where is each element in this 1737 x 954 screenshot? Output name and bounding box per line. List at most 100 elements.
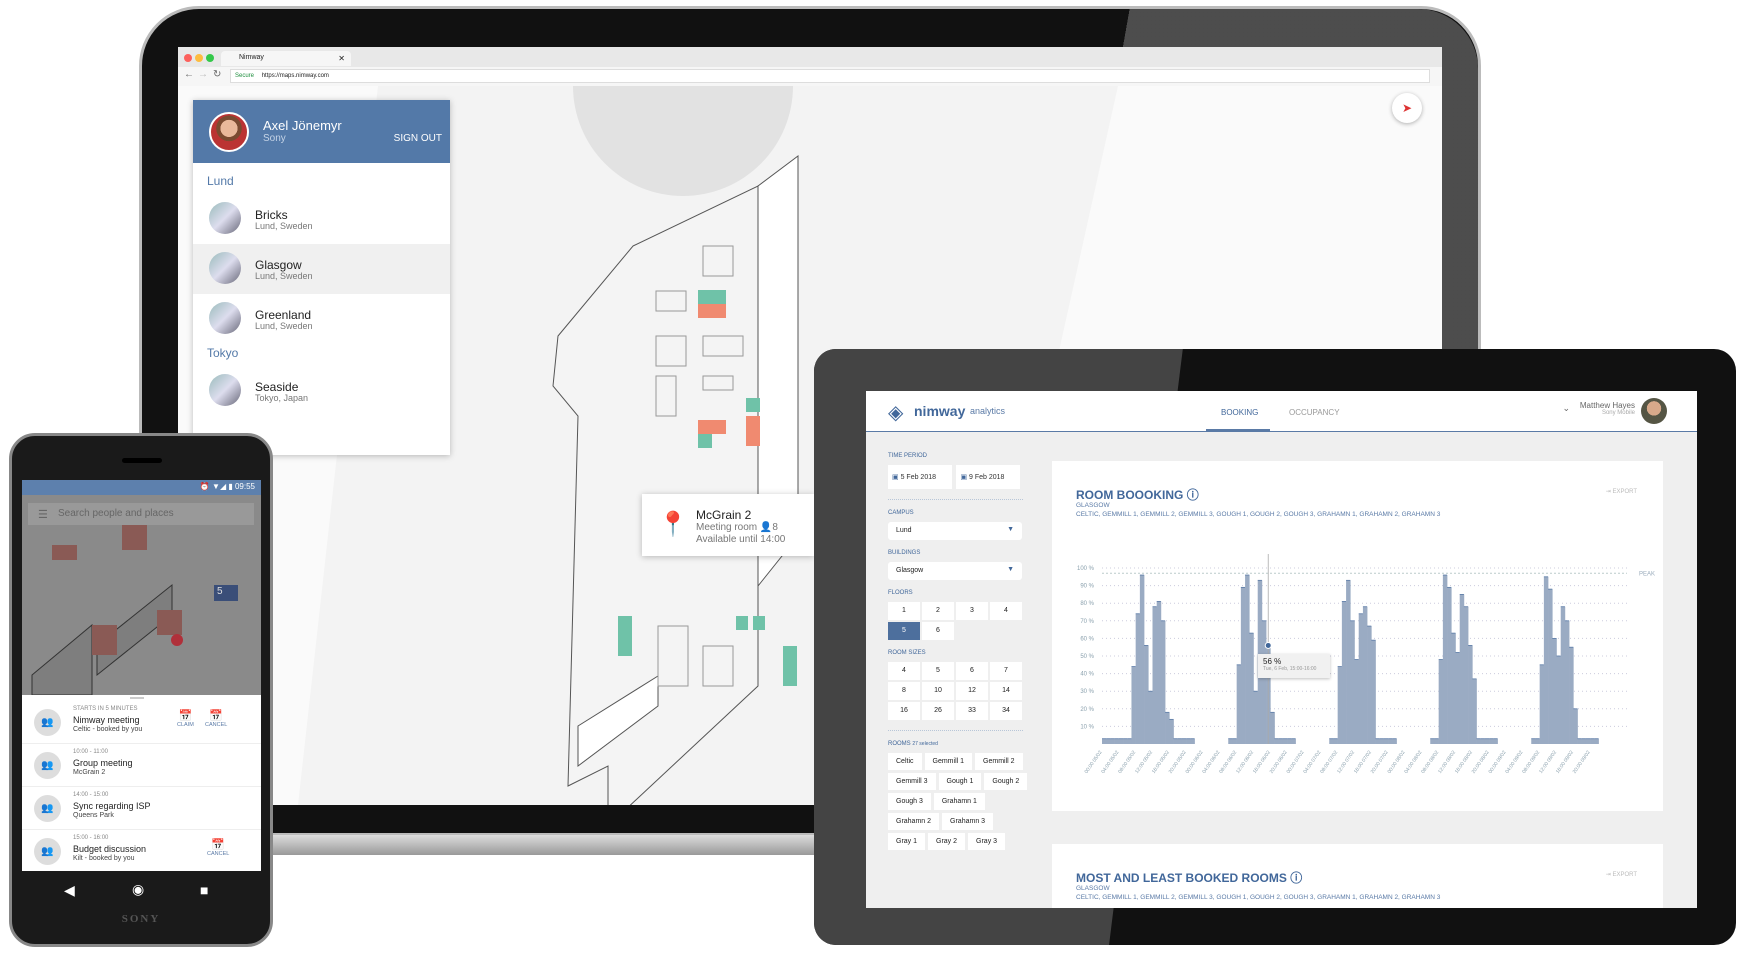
claim-button[interactable]: 📅 CLAIM bbox=[177, 709, 194, 728]
export-label: EXPORT bbox=[1612, 872, 1637, 878]
user-header: Axel Jönemyr Sony SIGN OUT bbox=[193, 100, 450, 163]
room-type-label: Meeting room bbox=[696, 522, 758, 533]
building-select[interactable]: Glasgow ▼ bbox=[888, 562, 1022, 580]
person-icon: 👤 bbox=[759, 522, 773, 533]
event-location: Kilt - booked by you bbox=[73, 855, 135, 862]
room-chip[interactable]: Celtic bbox=[888, 753, 922, 770]
room-size-button-7[interactable]: 7 bbox=[990, 662, 1022, 680]
menu-icon[interactable]: ☰ bbox=[38, 508, 48, 521]
tab-occupancy[interactable]: OCCUPANCY bbox=[1289, 408, 1340, 417]
place-item-seaside[interactable]: Seaside Tokyo, Japan bbox=[193, 366, 450, 416]
room-size-button-4[interactable]: 4 bbox=[888, 662, 920, 680]
room-chip[interactable]: Gray 3 bbox=[968, 833, 1006, 850]
room-size-button-5[interactable]: 5 bbox=[922, 662, 954, 680]
room-chip[interactable]: Gough 1 bbox=[938, 773, 982, 790]
close-tab-icon[interactable]: ✕ bbox=[338, 54, 345, 63]
action-label: CLAIM bbox=[177, 722, 194, 728]
user-menu[interactable]: Matthew Hayes Sony Mobile bbox=[1580, 401, 1635, 416]
home-icon[interactable]: ◉ bbox=[132, 881, 144, 898]
phone-map[interactable]: ☰ Search people and places 5 bbox=[22, 495, 261, 695]
room-size-button-34[interactable]: 34 bbox=[990, 702, 1022, 720]
room-chip[interactable]: Gemmill 3 bbox=[888, 773, 936, 790]
bar bbox=[1383, 738, 1389, 744]
back-icon[interactable]: ◀ bbox=[64, 882, 75, 899]
browser-tab[interactable]: Nimway ✕ bbox=[221, 51, 351, 66]
address-row: ← → ↻ Secure https://maps.nimway.com bbox=[178, 67, 1442, 86]
location-pin-icon: 📍 bbox=[658, 511, 688, 538]
end-date-picker[interactable]: ▣ 9 Feb 2018 bbox=[956, 465, 1021, 489]
room-chip[interactable]: Gemmill 1 bbox=[924, 753, 973, 770]
place-thumbnail bbox=[209, 202, 241, 234]
time-period-label: TIME PERIOD bbox=[888, 453, 928, 459]
room-chip[interactable]: Gray 1 bbox=[888, 833, 926, 850]
room-size-button-16[interactable]: 16 bbox=[888, 702, 920, 720]
room-chip[interactable]: Grahamn 2 bbox=[888, 813, 940, 830]
chevron-down-icon[interactable]: ⌄ bbox=[1562, 403, 1570, 414]
action-label: CANCEL bbox=[205, 722, 228, 728]
floor-badge[interactable]: 5 bbox=[214, 585, 238, 601]
forward-icon[interactable]: → bbox=[198, 69, 208, 80]
event-item[interactable]: 👥 14:00 - 15:00 Sync regarding ISP Queen… bbox=[22, 787, 261, 830]
room-size-button-10[interactable]: 10 bbox=[922, 682, 954, 700]
user-org: Sony bbox=[263, 133, 286, 144]
address-bar[interactable]: Secure https://maps.nimway.com bbox=[230, 69, 1430, 83]
sign-out-button[interactable]: SIGN OUT bbox=[394, 133, 442, 144]
filter-sidebar: TIME PERIOD ▣ 5 Feb 2018 ▣ 9 Feb 2018 CA… bbox=[888, 443, 1028, 850]
room-chip[interactable]: Gough 3 bbox=[888, 793, 931, 810]
event-item[interactable]: 👥 STARTS IN 5 MINUTES Nimway meeting Cel… bbox=[22, 701, 261, 744]
floor-button-6[interactable]: 6 bbox=[922, 622, 954, 640]
floor-button-4[interactable]: 4 bbox=[990, 602, 1022, 620]
bar bbox=[1354, 659, 1360, 744]
maximize-window-button[interactable] bbox=[206, 54, 214, 62]
cancel-button[interactable]: 📅 CANCEL bbox=[207, 838, 229, 857]
place-item-greenland[interactable]: Greenland Lund, Sweden bbox=[193, 294, 450, 344]
floor-button-5[interactable]: 5 bbox=[888, 622, 920, 640]
event-item[interactable]: 👥 10:00 - 11:00 Group meeting McGrain 2 bbox=[22, 744, 261, 787]
compass-button[interactable]: ➤ bbox=[1392, 93, 1422, 123]
room-size-button-26[interactable]: 26 bbox=[922, 702, 954, 720]
floor-buttons: 1234 56 bbox=[888, 602, 1023, 640]
rooms-title: ROOMS bbox=[888, 741, 911, 747]
floor-button-2[interactable]: 2 bbox=[922, 602, 954, 620]
campus-select[interactable]: Lund ▼ bbox=[888, 522, 1022, 540]
meeting-icon: 👥 bbox=[34, 838, 61, 865]
bar bbox=[1350, 620, 1355, 744]
place-item-bricks[interactable]: Bricks Lund, Sweden bbox=[193, 194, 450, 244]
room-size-button-8[interactable]: 8 bbox=[888, 682, 920, 700]
place-item-glasgow[interactable]: Glasgow Lund, Sweden bbox=[193, 244, 450, 294]
room-popup[interactable]: 📍 McGrain 2 Meeting room 👤8 Available un… bbox=[642, 494, 814, 556]
y-tick-label: 20 % bbox=[1080, 707, 1094, 713]
room-size-button-6[interactable]: 6 bbox=[956, 662, 988, 680]
floor-button-1[interactable]: 1 bbox=[888, 602, 920, 620]
info-icon[interactable]: ⓘ bbox=[1290, 871, 1302, 885]
minimize-window-button[interactable] bbox=[195, 54, 203, 62]
room-size-button-12[interactable]: 12 bbox=[956, 682, 988, 700]
room-chip[interactable]: Grahamn 1 bbox=[933, 793, 985, 810]
start-date-picker[interactable]: ▣ 5 Feb 2018 bbox=[888, 465, 952, 489]
drag-handle[interactable] bbox=[130, 697, 144, 699]
hover-point bbox=[1264, 641, 1272, 649]
building-value: Glasgow bbox=[896, 567, 924, 574]
room-chip[interactable]: Gough 2 bbox=[984, 773, 1028, 790]
search-input[interactable]: ☰ Search people and places bbox=[28, 503, 254, 525]
recents-icon[interactable]: ■ bbox=[200, 882, 208, 898]
caret-down-icon: ▼ bbox=[1007, 566, 1014, 573]
floor-button-3[interactable]: 3 bbox=[956, 602, 988, 620]
cancel-button[interactable]: 📅 CANCEL bbox=[205, 709, 227, 728]
room-chip[interactable]: Grahamn 3 bbox=[942, 813, 994, 830]
room-chip[interactable]: Gemmill 2 bbox=[975, 753, 1023, 770]
room-size-button-33[interactable]: 33 bbox=[956, 702, 988, 720]
back-icon[interactable]: ← bbox=[184, 69, 194, 80]
close-window-button[interactable] bbox=[184, 54, 192, 62]
place-address: Lund, Sweden bbox=[255, 221, 313, 231]
avatar bbox=[1641, 398, 1667, 424]
tab-booking[interactable]: BOOKING bbox=[1221, 408, 1258, 417]
event-location: McGrain 2 bbox=[73, 769, 106, 776]
bar bbox=[1106, 738, 1111, 744]
room-booking-chart[interactable]: 10 % 20 % 30 % 40 % 50 % 60 % 70 % 80 % 90 % 100 … bbox=[1052, 461, 1663, 811]
room-size-button-14[interactable]: 14 bbox=[990, 682, 1022, 700]
reload-icon[interactable]: ↻ bbox=[213, 69, 221, 80]
event-item[interactable]: 👥 15:00 - 16:00 Budget discussion Kilt -… bbox=[22, 830, 261, 871]
room-chip[interactable]: Gray 2 bbox=[928, 833, 966, 850]
export-button[interactable]: ⇥ EXPORT bbox=[1606, 871, 1637, 878]
